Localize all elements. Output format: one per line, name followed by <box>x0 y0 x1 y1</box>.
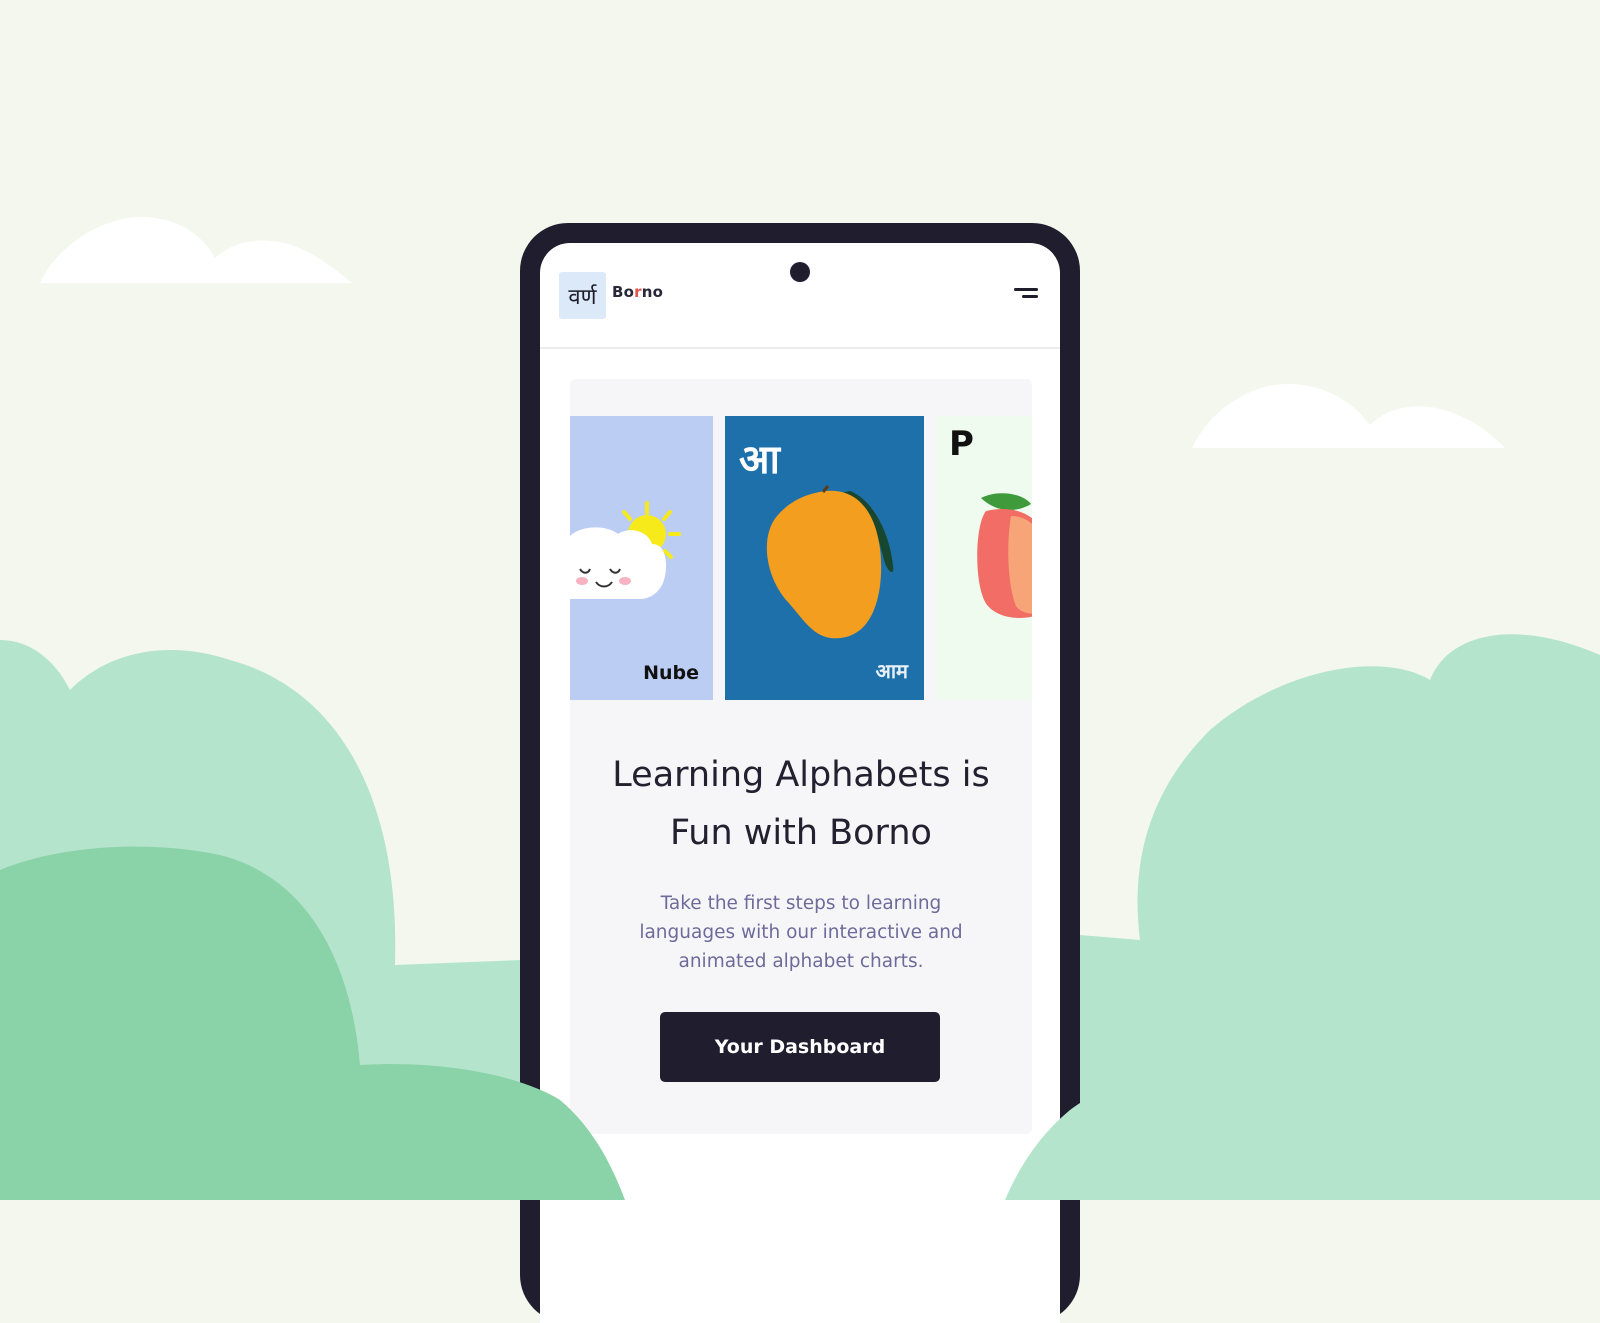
card-word: Nube <box>643 662 699 684</box>
app-header: वर्ण Borno <box>540 243 1060 349</box>
phone-screen: वर्ण Borno Nube आ आम P Learning Alphabet… <box>540 243 1060 1323</box>
brand-name-start: Bo <box>612 283 635 301</box>
hero-title: Learning Alphabets is Fun with Borno <box>570 746 1032 862</box>
cloud-right <box>1192 383 1505 448</box>
brand-name-end: no <box>641 283 664 301</box>
hamburger-menu-icon[interactable] <box>1010 283 1038 305</box>
brand-name[interactable]: Borno <box>612 283 663 301</box>
cloud-left <box>40 216 352 283</box>
card-letter: P <box>949 424 974 464</box>
menu-line-top <box>1014 288 1038 291</box>
hero-title-line: Learning Alphabets is <box>612 755 990 795</box>
cloud-sun-icon <box>570 501 681 599</box>
phone-frame: वर्ण Borno Nube आ आम P Learning Alphabet… <box>520 223 1080 1323</box>
hero-subtitle-line: languages with our interactive and <box>639 922 963 943</box>
front-camera <box>790 262 810 282</box>
alphabet-carousel[interactable]: Nube आ आम P <box>570 416 1032 700</box>
carousel-card-aa[interactable]: आ आम <box>725 416 924 700</box>
hero-title-line: Fun with Borno <box>670 813 932 853</box>
hill-right-front <box>1005 849 1600 1200</box>
carousel-card-nube[interactable]: Nube <box>570 416 713 700</box>
card-word: आम <box>875 659 908 683</box>
hill-right-back <box>1000 634 1600 1200</box>
brand-name-accent: r <box>634 283 642 301</box>
card-letter: आ <box>739 437 780 483</box>
hero-section: Nube आ आम P Learning Alphabets is Fun wi… <box>570 379 1032 1134</box>
menu-line-bottom <box>1022 295 1038 298</box>
hero-subtitle-line: animated alphabet charts. <box>678 951 924 972</box>
hero-subtitle-line: Take the first steps to learning <box>660 893 942 914</box>
logo[interactable]: वर्ण <box>559 272 606 319</box>
carousel-card-p[interactable]: P <box>936 416 1032 700</box>
dashboard-button[interactable]: Your Dashboard <box>660 1012 940 1082</box>
hero-subtitle: Take the first steps to learning languag… <box>610 889 992 976</box>
